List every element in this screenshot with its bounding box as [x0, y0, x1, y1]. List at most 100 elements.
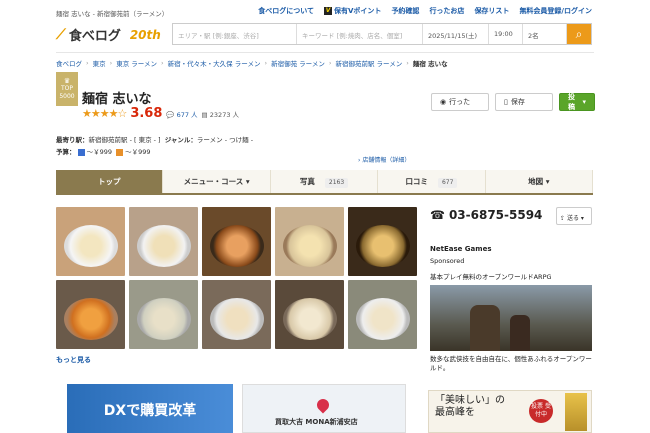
breadcrumb-item[interactable]: 東京 ラーメン [116, 58, 157, 68]
breadcrumb-item[interactable]: 新宿・代々木・大久保 ラーメン [168, 58, 261, 68]
photo-thumb[interactable] [202, 207, 271, 276]
banner-map-text: 買取大吉 MONA新浦安店 [275, 418, 358, 426]
nav-visited[interactable]: 行ったお店 [429, 6, 464, 16]
crown-icon: ♛ [63, 77, 71, 85]
genre-value[interactable]: ラーメン - つけ麺 - [197, 136, 253, 144]
store-info-label: 店舗情報（詳細） [362, 157, 411, 164]
restaurant-name: 麺宿 志いな [82, 92, 152, 107]
logo[interactable]: ⟋ 食べログ 20th [56, 25, 161, 45]
phone-number[interactable]: ☎ 03-6875-5594 [430, 208, 542, 222]
vote-stamp: 投票 受付中 [529, 399, 553, 423]
review-count-label: 677 人 [176, 110, 198, 119]
breadcrumb-item[interactable]: 新宿御苑前駅 ラーメン [335, 58, 402, 68]
bowl-image [283, 298, 337, 340]
review-tab-count: 677 [437, 178, 458, 188]
went-button[interactable]: ◉ 行った [431, 93, 489, 111]
breadcrumb-current: 麺宿 志いな [412, 60, 448, 68]
station-label: 最寄り駅： [56, 136, 89, 144]
share-icon: ⇪ [560, 215, 566, 222]
tab-map-label: 地図 [528, 177, 544, 186]
nav-vpoint[interactable]: V 保有Vポイント [324, 6, 381, 16]
bowl-image [283, 225, 337, 267]
tab-photos[interactable]: 写真 2163 [270, 170, 379, 193]
bookmark-icon: ▤ [201, 110, 208, 119]
award-badge[interactable]: ♛ TOP 5000 [56, 72, 78, 106]
award-label: TOP 5000 [59, 85, 75, 100]
genre-label: ジャンル： [164, 136, 197, 144]
photo-thumb[interactable] [56, 280, 125, 349]
chevron-right-icon: › [264, 59, 268, 67]
banner-map[interactable]: 買取大吉 MONA新浦安店 [242, 384, 406, 433]
banner-vote-text: 「美味しい」の 最高峰を [435, 395, 505, 419]
time-select[interactable]: 19:00 [489, 24, 523, 44]
chevron-right-icon: › [161, 59, 164, 67]
went-label: 行った [449, 98, 471, 106]
ad-headline: 基本プレイ無料のオープンワールドARPG [430, 273, 552, 281]
photo-thumb[interactable] [275, 207, 344, 276]
photo-thumb[interactable] [56, 207, 125, 276]
date-select[interactable]: 2025/11/15(土) [423, 24, 489, 44]
nav-login[interactable]: 無料会員登録/ログイン [519, 6, 592, 16]
bowl-image [356, 298, 410, 340]
area-input[interactable]: エリア・駅 [例:銀座、渋谷] [173, 24, 297, 44]
station-value[interactable]: 新宿御苑前駅 - [ 東京 - ] [89, 136, 161, 144]
tab-map[interactable]: 地図 ▾ [485, 170, 594, 193]
photo-thumb[interactable] [348, 280, 417, 349]
tab-menu[interactable]: メニュー・コース ▾ [163, 170, 271, 193]
review-count[interactable]: 💬 677 人 [166, 109, 197, 119]
search-button[interactable]: ⌕ [567, 24, 591, 44]
people-select[interactable]: 2名 [523, 24, 567, 44]
vpoint-icon: V [324, 7, 333, 15]
ad-description: 数多な武侠技を自由自在に、個性あふれるオープンワールド。 [430, 355, 592, 372]
breadcrumb-item[interactable]: 新宿御苑 ラーメン [271, 58, 325, 68]
breadcrumb-item[interactable]: 東京 [93, 58, 106, 68]
banner-vote[interactable]: 「美味しい」の 最高峰を 投票 受付中 [428, 390, 592, 433]
restaurant-info: 最寄り駅：新宿御苑前駅 - [ 東京 - ] ジャンル：ラーメン - つけ麺 -… [56, 134, 253, 158]
top-nav: 食べログについて V 保有Vポイント 予約確認 行ったお店 保存リスト 無料会員登… [258, 6, 592, 16]
chevron-right-icon: › [109, 59, 113, 67]
chevron-down-icon: ▾ [245, 177, 250, 186]
nav-reservations[interactable]: 予約確認 [391, 6, 419, 16]
breadcrumb-item[interactable]: 食べログ [56, 58, 82, 68]
tab-top-label: トップ [97, 177, 121, 186]
map-pin-icon [314, 396, 332, 414]
keyword-input[interactable]: キーワード [例:焼肉、店名、個室] [297, 24, 423, 44]
bowl-image [64, 298, 118, 340]
photo-thumb[interactable] [348, 207, 417, 276]
ad-advertiser: NetEase Games [430, 245, 492, 253]
more-photos-link[interactable]: もっと見る [56, 355, 91, 365]
tab-reviews[interactable]: 口コミ 677 [378, 170, 486, 193]
bowl-image [64, 225, 118, 267]
bowl-image [137, 225, 191, 267]
rating-score: 3.68 [130, 106, 163, 121]
chevron-down-icon: ▾ [580, 215, 584, 222]
tab-top[interactable]: トップ [56, 170, 164, 193]
ad-figure [470, 305, 500, 351]
post-button[interactable]: 投稿 ▾ [559, 93, 595, 111]
nav-about[interactable]: 食べログについて [258, 6, 314, 16]
photo-thumb[interactable] [129, 207, 198, 276]
store-info-link[interactable]: › 店舗情報（詳細） [358, 155, 410, 164]
share-button[interactable]: ⇪ 送る ▾ [556, 207, 592, 225]
nav-saved[interactable]: 保存リスト [474, 6, 509, 16]
photo-thumb[interactable] [129, 280, 198, 349]
photo-grid [56, 207, 417, 349]
tab-bar: トップ メニュー・コース ▾ 写真 2163 口コミ 677 地図 ▾ [56, 170, 594, 195]
search-icon: ⌕ [575, 27, 583, 41]
chevron-right-icon: › [86, 59, 89, 67]
tab-reviews-label: 口コミ [405, 177, 428, 186]
info-icon: › [358, 157, 361, 164]
anniversary-badge: 20th [129, 27, 161, 42]
budget-label: 予算： [56, 148, 76, 156]
photo-thumb[interactable] [275, 280, 344, 349]
photo-thumb[interactable] [202, 280, 271, 349]
budget-dinner: ～￥999 [86, 148, 112, 156]
dinner-icon [77, 148, 85, 156]
save-button[interactable]: ▯ 保存 [495, 93, 553, 111]
phone-icon: ☎ [430, 208, 445, 222]
ad-block[interactable]: NetEase Games Sponsored 基本プレイ無料のオープンワールド… [430, 245, 592, 380]
banner-dx[interactable]: DXで購買改革 [67, 384, 233, 433]
save-count-label: 23273 人 [209, 110, 240, 119]
budget-lunch: ～￥999 [125, 148, 151, 156]
search-bar: エリア・駅 [例:銀座、渋谷] キーワード [例:焼肉、店名、個室] 2025/… [172, 23, 592, 45]
